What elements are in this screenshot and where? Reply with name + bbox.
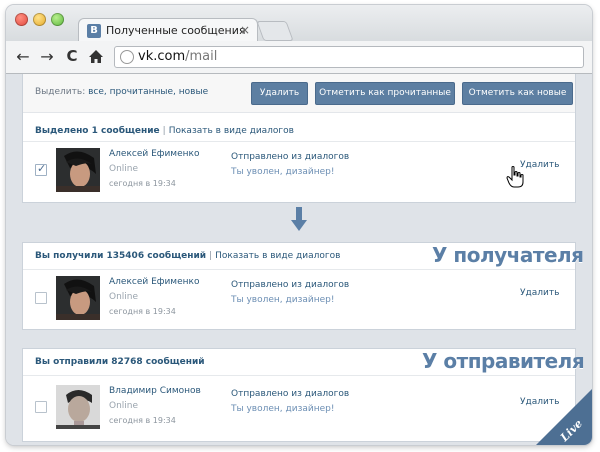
message-row[interactable]: Алексей Ефименко Online сегодня в 19:34 …: [23, 270, 575, 328]
browser-toolbar: ← → C vk.com/mail: [6, 41, 592, 74]
message-time: сегодня в 19:34: [109, 416, 176, 425]
tab-close-icon[interactable]: ×: [240, 23, 250, 37]
recipient-view-card: Вы получили 135406 сообщений | Показать в …: [22, 242, 584, 330]
url-host: vk.com: [138, 49, 186, 64]
avatar[interactable]: [56, 385, 100, 429]
online-status: Online: [109, 164, 139, 174]
message-time: сегодня в 19:34: [109, 307, 176, 316]
sender-caption: У отправителя: [422, 349, 585, 373]
message-checkbox[interactable]: [35, 401, 47, 413]
message-snippet[interactable]: Ты уволен, дизайнер!: [231, 404, 334, 414]
down-arrow-icon: [291, 207, 307, 231]
message-row[interactable]: Владимир Симонов Online сегодня в 19:34 …: [23, 379, 575, 437]
mark-as-new-button[interactable]: Отметить как новые: [462, 82, 573, 105]
message-checkbox[interactable]: [35, 292, 47, 304]
sender-view-card: Вы отправили 82768 сообщений У отправите…: [22, 348, 585, 442]
sender-name[interactable]: Владимир Симонов: [109, 386, 201, 396]
message-snippet[interactable]: Ты уволен, дизайнер!: [231, 167, 334, 177]
show-as-dialogs-link[interactable]: Показать в виде диалогов: [215, 251, 340, 261]
sender-name[interactable]: Алексей Ефименко: [109, 149, 199, 159]
mark-as-read-button[interactable]: Отметить как прочитанные: [315, 82, 455, 105]
url-path: /mail: [185, 49, 218, 64]
message-subject[interactable]: Отправлено из диалогов: [231, 389, 349, 399]
reload-icon[interactable]: C: [63, 47, 81, 65]
url-text: vk.com/mail: [138, 49, 217, 64]
message-row[interactable]: ✓ Алексей Ефименко Online сегодня в 19:3…: [23, 142, 575, 200]
message-subject[interactable]: Отправлено из диалогов: [231, 152, 349, 162]
message-subject[interactable]: Отправлено из диалогов: [231, 280, 349, 290]
browser-window: В Полученные сообщения × ← → C vk.com/ma…: [6, 5, 592, 445]
page-content: Выделить: все, прочитанные, новые Удалит…: [6, 74, 592, 445]
new-tab-button[interactable]: [256, 21, 294, 41]
sender-header: Вы отправили 82768 сообщений У отправите…: [23, 349, 585, 376]
browser-tab[interactable]: В Полученные сообщения ×: [78, 18, 258, 43]
close-window-button[interactable]: [15, 13, 28, 26]
window-controls: [15, 13, 64, 26]
title-bar: В Полученные сообщения ×: [6, 5, 592, 43]
received-count: Вы получили 135406 сообщений: [35, 251, 207, 261]
select-filter: Выделить: все, прочитанные, новые: [35, 87, 208, 97]
zoom-window-button[interactable]: [51, 13, 64, 26]
avatar[interactable]: [56, 276, 100, 320]
select-label: Выделить:: [35, 87, 86, 97]
home-icon[interactable]: [88, 49, 104, 64]
show-as-dialogs-link[interactable]: Показать в виде диалогов: [169, 126, 294, 136]
message-snippet[interactable]: Ты уволен, дизайнер!: [231, 295, 334, 305]
back-arrow-icon[interactable]: ←: [14, 47, 32, 66]
action-bar: Выделить: все, прочитанные, новые Удалит…: [23, 74, 575, 113]
selected-count: Выделено 1 сообщение: [35, 126, 160, 136]
vk-favicon-icon: В: [87, 24, 101, 38]
avatar[interactable]: [56, 148, 100, 192]
forward-arrow-icon[interactable]: →: [38, 47, 56, 66]
message-checkbox[interactable]: ✓: [35, 162, 47, 176]
live-badge: Live: [536, 389, 592, 445]
sender-header-text: Вы отправили 82768 сообщений: [35, 357, 205, 367]
globe-icon: [120, 50, 134, 64]
recipient-caption: У получателя: [432, 243, 584, 267]
recipient-header: Вы получили 135406 сообщений | Показать в …: [23, 243, 584, 270]
online-status: Online: [109, 401, 139, 411]
checkmark-icon: ✓: [37, 162, 47, 175]
tab-title: Полученные сообщения: [106, 24, 246, 37]
sender-name[interactable]: Алексей Ефименко: [109, 277, 199, 287]
message-time: сегодня в 19:34: [109, 179, 176, 188]
online-status: Online: [109, 292, 139, 302]
selection-card: Выделить: все, прочитанные, новые Удалит…: [22, 74, 576, 203]
select-options-link[interactable]: все, прочитанные, новые: [88, 87, 208, 97]
selection-header: Выделено 1 сообщение | Показать в виде диа…: [35, 126, 294, 136]
address-bar[interactable]: vk.com/mail: [114, 46, 584, 68]
recipient-header-text: Вы получили 135406 сообщений | Показать в …: [35, 251, 341, 261]
hand-cursor-icon: [506, 166, 524, 188]
minimize-window-button[interactable]: [33, 13, 46, 26]
delete-message-link[interactable]: Удалить: [520, 160, 559, 170]
delete-selected-button[interactable]: Удалить: [251, 82, 308, 105]
delete-message-link[interactable]: Удалить: [520, 288, 559, 298]
sent-count: Вы отправили 82768 сообщений: [35, 357, 205, 367]
